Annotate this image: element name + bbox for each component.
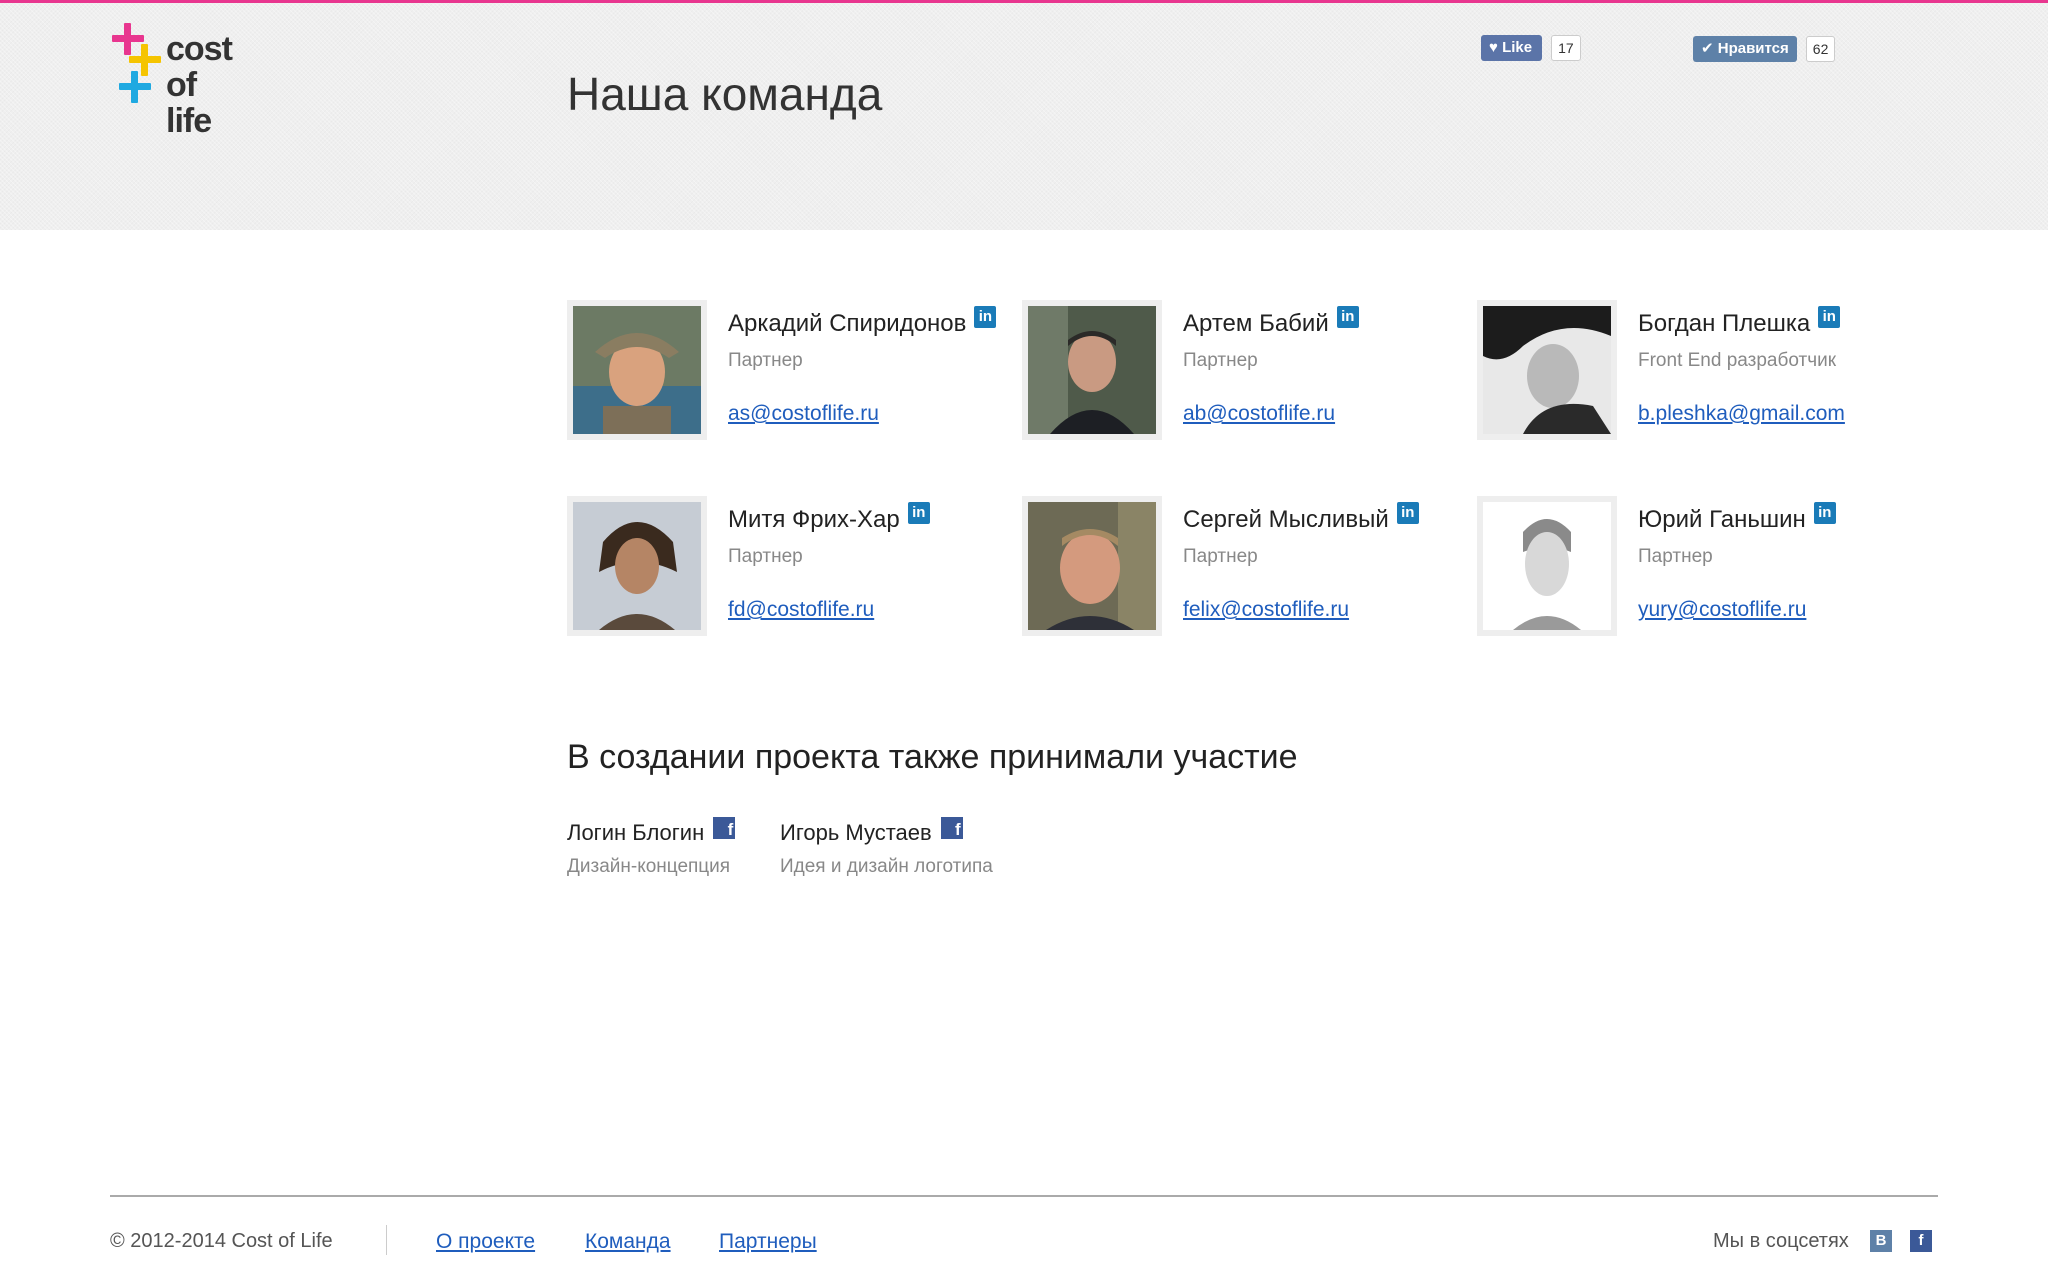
footer-link-about[interactable]: О проекте: [436, 1230, 535, 1254]
member-name: Богдан Плешка in: [1638, 306, 1841, 338]
member-role: Партнер: [1638, 546, 1713, 567]
member-email-link[interactable]: as@costoflife.ru: [728, 402, 879, 426]
member-photo: [1477, 496, 1617, 636]
member-photo-image: [573, 306, 701, 434]
member-name: Митя Фрих-Хар in: [728, 502, 930, 534]
member-name: Аркадий Спиридонов in: [728, 306, 997, 338]
page-title: Наша команда: [567, 68, 883, 120]
linkedin-icon[interactable]: in: [974, 306, 997, 328]
member-photo: [567, 496, 707, 636]
member-name: Артем Бабий in: [1183, 306, 1359, 338]
facebook-like-button[interactable]: ♥ Like: [1481, 35, 1543, 61]
check-icon: ✔: [1701, 40, 1714, 57]
contributors-title: В создании проекта также принимали участ…: [567, 738, 1298, 776]
logo-word-of: of: [166, 66, 197, 104]
footer-divider: [110, 1195, 1938, 1197]
member-photo: [1022, 300, 1162, 440]
vk-like-count: 62: [1805, 36, 1836, 62]
footer-separator: [386, 1225, 387, 1255]
member-name: Юрий Ганьшин in: [1638, 502, 1836, 534]
member-photo-image: [573, 502, 701, 630]
vk-like-widget: ✔ Нравится 62: [1693, 36, 1836, 64]
member-name-text: Артем Бабий: [1183, 310, 1329, 337]
member-photo-image: [1483, 306, 1611, 434]
vk-like-button[interactable]: ✔ Нравится: [1693, 36, 1797, 62]
team-member-card: Артем Бабий in Партнер ab@costoflife.ru: [1022, 300, 1452, 450]
member-photo-image: [1483, 502, 1611, 630]
team-member-card: Юрий Ганьшин in Партнер yury@costoflife.r…: [1477, 496, 1907, 646]
contributor-name: Логин Блогин f: [567, 817, 736, 846]
facebook-icon[interactable]: f: [713, 817, 736, 839]
contributor-item: Логин Блогин f Дизайн-концепция: [567, 817, 736, 878]
logo-text: cost of life: [166, 30, 233, 140]
member-email-link[interactable]: fd@costoflife.ru: [728, 598, 874, 622]
facebook-icon[interactable]: f: [940, 817, 963, 839]
member-name-text: Аркадий Спиридонов: [728, 310, 967, 337]
logo-word-life: life: [166, 102, 212, 140]
vk-like-label: Нравится: [1717, 40, 1789, 57]
linkedin-icon[interactable]: in: [1813, 502, 1836, 524]
footer-link-partners[interactable]: Партнеры: [719, 1230, 817, 1254]
contributor-item: Игорь Мустаев f Идея и дизайн логотипа: [780, 817, 993, 878]
member-photo: [1022, 496, 1162, 636]
facebook-icon[interactable]: f: [1910, 1230, 1932, 1252]
facebook-like-label: Like: [1502, 39, 1533, 56]
member-role: Партнер: [728, 546, 803, 567]
site-logo[interactable]: cost of life: [112, 23, 252, 143]
team-member-card: Сергей Мысливый in Партнер felix@costofli…: [1022, 496, 1452, 646]
member-name-text: Юрий Ганьшин: [1638, 506, 1806, 533]
member-role: Front End разработчик: [1638, 350, 1837, 371]
team-member-card: Митя Фрих-Хар in Партнер fd@costoflife.ru: [567, 496, 997, 646]
member-email-link[interactable]: b.pleshka@gmail.com: [1638, 402, 1845, 426]
contributor-role: Дизайн-концепция: [567, 856, 731, 877]
contributor-name-text: Логин Блогин: [567, 820, 705, 845]
member-email-link[interactable]: ab@costoflife.ru: [1183, 402, 1335, 426]
linkedin-icon[interactable]: in: [907, 502, 930, 524]
linkedin-icon[interactable]: in: [1336, 306, 1359, 328]
page-header: cost of life Наша команда ♥ Like 17 ✔ Нра…: [0, 3, 2048, 230]
logo-word-cost: cost: [166, 30, 233, 68]
logo-plus-blue-icon: [119, 71, 151, 103]
member-photo: [567, 300, 707, 440]
member-name-text: Богдан Плешка: [1638, 310, 1811, 337]
member-photo-image: [1028, 306, 1156, 434]
member-role: Партнер: [728, 350, 803, 371]
linkedin-icon[interactable]: in: [1396, 502, 1419, 524]
team-member-card: Аркадий Спиридонов in Партнер as@costofli…: [567, 300, 997, 450]
member-name-text: Сергей Мысливый: [1183, 506, 1389, 533]
member-email-link[interactable]: yury@costoflife.ru: [1638, 598, 1806, 622]
member-name-text: Митя Фрих-Хар: [728, 506, 900, 533]
footer-link-team[interactable]: Команда: [585, 1230, 671, 1254]
team-member-card: Богдан Плешка in Front End разработчик b.…: [1477, 300, 1907, 450]
member-name: Сергей Мысливый in: [1183, 502, 1419, 534]
contributor-name-text: Игорь Мустаев: [780, 820, 932, 845]
footer-copyright: © 2012-2014 Cost of Life: [110, 1230, 333, 1252]
member-photo-image: [1028, 502, 1156, 630]
contributor-name: Игорь Мустаев f: [780, 817, 993, 846]
vk-icon[interactable]: В: [1870, 1230, 1892, 1252]
facebook-like-count: 17: [1551, 35, 1581, 61]
linkedin-icon[interactable]: in: [1818, 306, 1841, 328]
member-photo: [1477, 300, 1617, 440]
member-role: Партнер: [1183, 350, 1258, 371]
heart-icon: ♥: [1489, 39, 1498, 56]
member-email-link[interactable]: felix@costoflife.ru: [1183, 598, 1349, 622]
member-role: Партнер: [1183, 546, 1258, 567]
facebook-like-widget: ♥ Like 17: [1481, 35, 1581, 63]
footer-social-label: Мы в соцсетях: [1713, 1230, 1849, 1252]
contributor-role: Идея и дизайн логотипа: [780, 856, 993, 877]
